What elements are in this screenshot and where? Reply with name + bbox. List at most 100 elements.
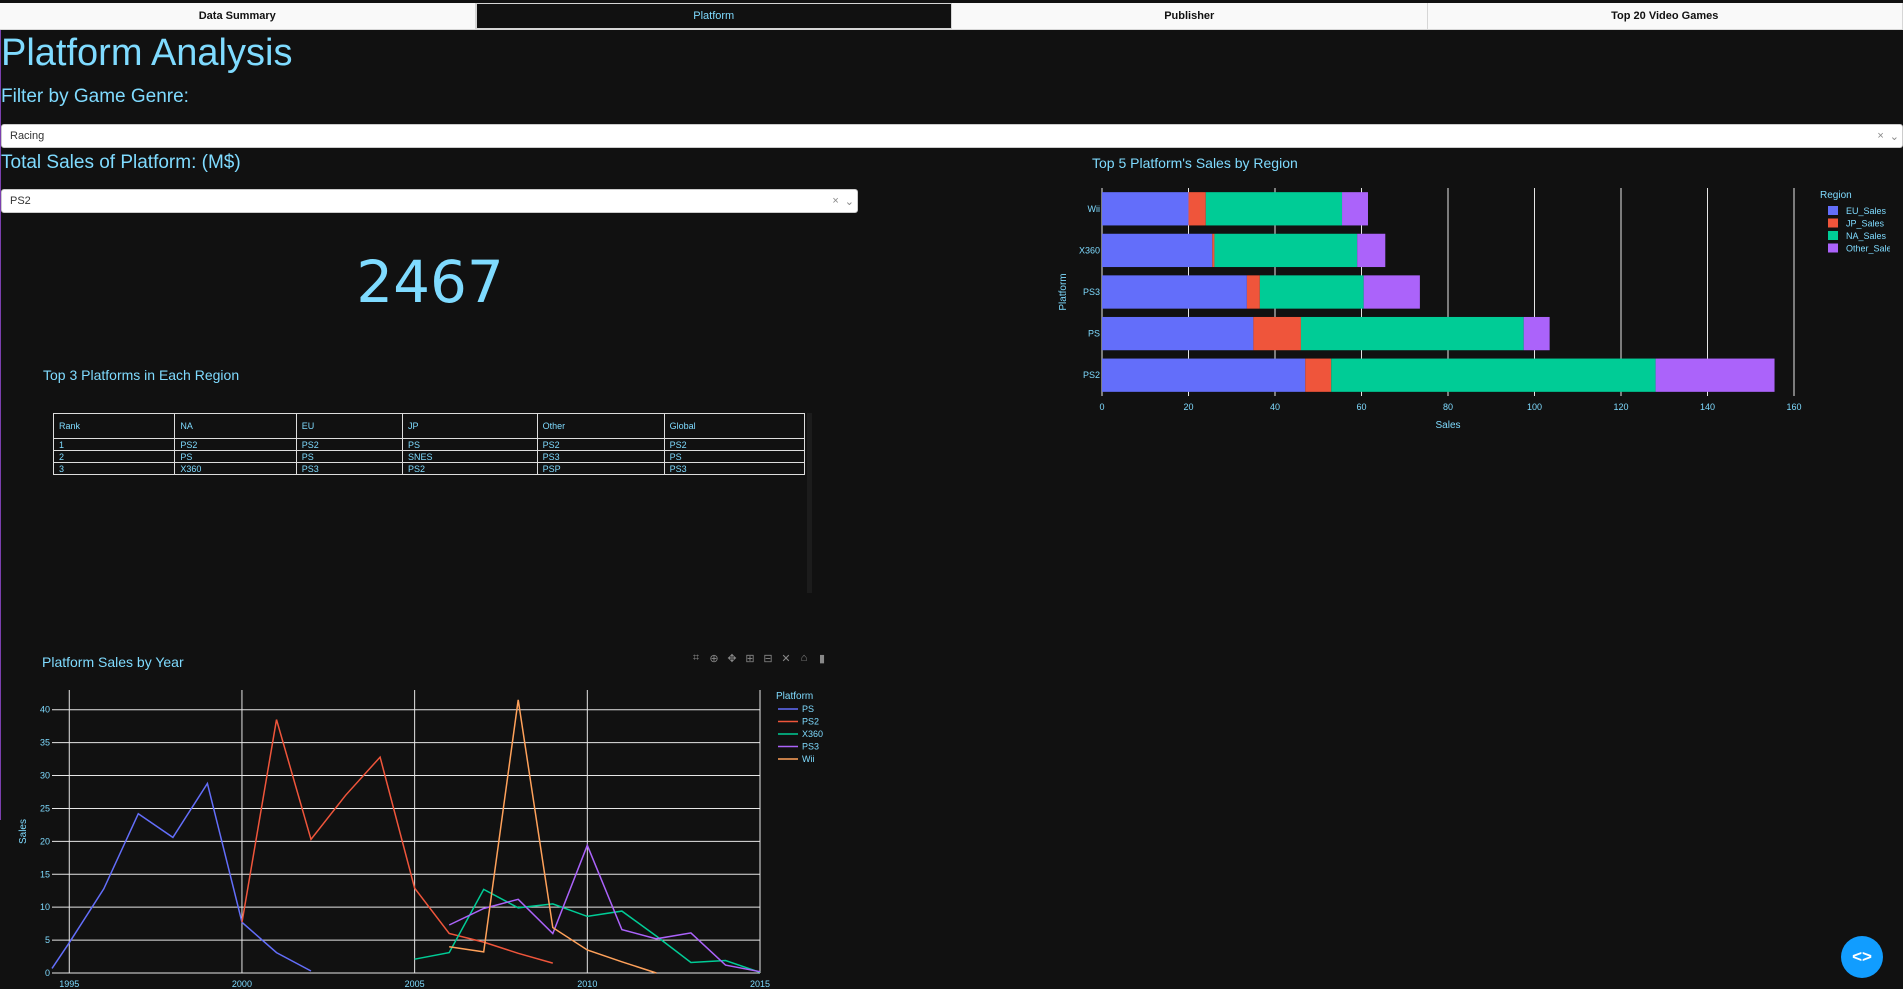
x-tick-label: 160	[1786, 402, 1801, 412]
region-table-title: Top 3 Platforms in Each Region	[43, 367, 240, 383]
camera-icon[interactable]: ⌗	[690, 652, 702, 665]
legend-item: Other_Sales	[1846, 244, 1890, 254]
pan-icon[interactable]: ✥	[726, 652, 738, 665]
table-header: Rank	[52, 413, 176, 439]
table-cell: PS	[663, 450, 806, 463]
reset-axes-icon[interactable]: ⌂	[798, 652, 810, 665]
table-cell: PS	[401, 438, 538, 451]
bar-segment	[1102, 192, 1189, 226]
total-sales-value: 2467	[356, 248, 504, 316]
table-cell: PS2	[174, 438, 297, 451]
bar-segment	[1212, 233, 1215, 268]
table-header-row: Rank NA EU JP Other Global	[52, 413, 806, 439]
bar-segment	[1246, 275, 1260, 309]
series-line	[51, 781, 312, 972]
table-cell: PS3	[663, 462, 806, 475]
x-tick-label: 2010	[577, 979, 597, 989]
bar-segment	[1523, 316, 1550, 351]
y-tick-label: PS	[1088, 329, 1100, 339]
bar-segment	[1655, 358, 1775, 392]
chevron-down-icon[interactable]: ⌄	[1887, 130, 1902, 143]
y-tick-label: X360	[1079, 245, 1100, 255]
y-tick-label: 15	[40, 869, 50, 879]
legend-swatch	[1828, 231, 1838, 240]
legend-item: NA_Sales	[1846, 231, 1887, 241]
table-header: Global	[663, 413, 806, 439]
x-tick-label: 100	[1527, 402, 1542, 412]
table-cell: PS2	[295, 438, 403, 451]
table-cell: PS	[174, 450, 297, 463]
bar-segment	[1205, 192, 1343, 226]
table-cell: 2	[52, 450, 176, 463]
y-tick-label: Wii	[1088, 204, 1101, 214]
tab-publisher[interactable]: Publisher	[952, 3, 1428, 29]
table-header: NA	[174, 413, 297, 439]
y-tick-label: 20	[40, 836, 50, 846]
clear-icon[interactable]: ×	[829, 195, 841, 207]
x-tick-label: 1995	[59, 979, 79, 989]
x-tick-label: 0	[1099, 402, 1104, 412]
table-header: JP	[401, 413, 538, 439]
genre-dropdown[interactable]: Racing × ⌄	[1, 124, 1903, 148]
x-tick-label: 140	[1700, 402, 1715, 412]
bar-segment	[1253, 316, 1301, 351]
legend-swatch	[1828, 218, 1838, 228]
x-tick-label: 120	[1613, 402, 1628, 412]
platform-dropdown-value: PS2	[10, 195, 31, 207]
y-tick-label: 30	[40, 771, 50, 781]
table-cell: PSP	[536, 462, 665, 475]
zoom-in-icon[interactable]: ⊞	[744, 652, 756, 665]
platform-dropdown[interactable]: PS2 × ⌄	[1, 189, 858, 213]
bar-segment	[1357, 233, 1386, 268]
x-tick-label: 80	[1443, 402, 1453, 412]
legend-swatch	[1828, 243, 1838, 253]
y-tick-label: 10	[40, 902, 50, 912]
table-row: 1 PS2 PS2 PS PS2 PS2	[52, 438, 806, 451]
tab-bar: Data Summary Platform Publisher Top 20 V…	[0, 3, 1903, 30]
autoscale-icon[interactable]: ✕	[780, 652, 792, 665]
table-cell: 3	[52, 462, 176, 475]
x-tick-label: 40	[1270, 402, 1280, 412]
zoom-icon[interactable]: ⊕	[708, 652, 720, 665]
bar-segment	[1102, 316, 1254, 351]
zoom-out-icon[interactable]: ⊟	[762, 652, 774, 665]
bar-segment	[1305, 358, 1332, 392]
legend-item: PS	[802, 704, 814, 714]
legend-item: X360	[802, 729, 823, 739]
table-scrollbar[interactable]	[807, 413, 812, 593]
y-axis-label: Platform	[1058, 273, 1069, 310]
page-title: Platform Analysis	[1, 32, 293, 74]
platform-region-bar-chart: Top 5 Platform's Sales by Region 0 20 40 60 8…	[1058, 155, 1890, 431]
x-tick-label: 60	[1356, 402, 1366, 412]
x-axis-label: Sales	[1435, 420, 1460, 431]
table-row: 2 PS PS SNES PS3 PS	[52, 450, 806, 463]
clear-icon[interactable]: ×	[1874, 130, 1886, 142]
table-header: EU	[295, 413, 403, 439]
legend-item: EU_Sales	[1846, 206, 1887, 216]
dev-tools-toggle-button[interactable]: <>	[1841, 936, 1883, 978]
genre-filter-label: Filter by Game Genre:	[1, 86, 189, 107]
x-tick-label: 2000	[232, 979, 252, 989]
bar-segment	[1102, 358, 1306, 392]
y-tick-label: PS3	[1083, 287, 1100, 297]
table-cell: PS3	[295, 462, 403, 475]
plotly-logo-icon[interactable]: ▮	[816, 652, 828, 665]
region-table: Rank NA EU JP Other Global 1 PS2 PS2 PS …	[52, 413, 806, 475]
legend-swatch	[1828, 206, 1838, 215]
bar-segment	[1188, 192, 1206, 226]
y-axis-label: Sales	[18, 819, 29, 844]
tab-platform[interactable]: Platform	[475, 3, 952, 29]
tab-data-summary[interactable]: Data Summary	[0, 3, 476, 29]
platform-sales-line-chart: 0 5 10 15 20 25 30 35 40 1995 2000 2005 2010 2015 Sale…	[18, 690, 823, 989]
x-tick-label: 20	[1183, 402, 1193, 412]
legend-item: PS3	[802, 742, 819, 752]
bar-segment	[1342, 192, 1368, 226]
legend-title: Platform	[776, 691, 813, 702]
bar-segment	[1331, 358, 1656, 392]
bar-segment	[1214, 233, 1358, 268]
table-cell: PS2	[663, 438, 806, 451]
chevron-down-icon[interactable]: ⌄	[842, 195, 857, 208]
table-header: Other	[536, 413, 665, 439]
tab-top-20-video-games[interactable]: Top 20 Video Games	[1427, 3, 1903, 29]
bar-segment	[1363, 275, 1420, 309]
